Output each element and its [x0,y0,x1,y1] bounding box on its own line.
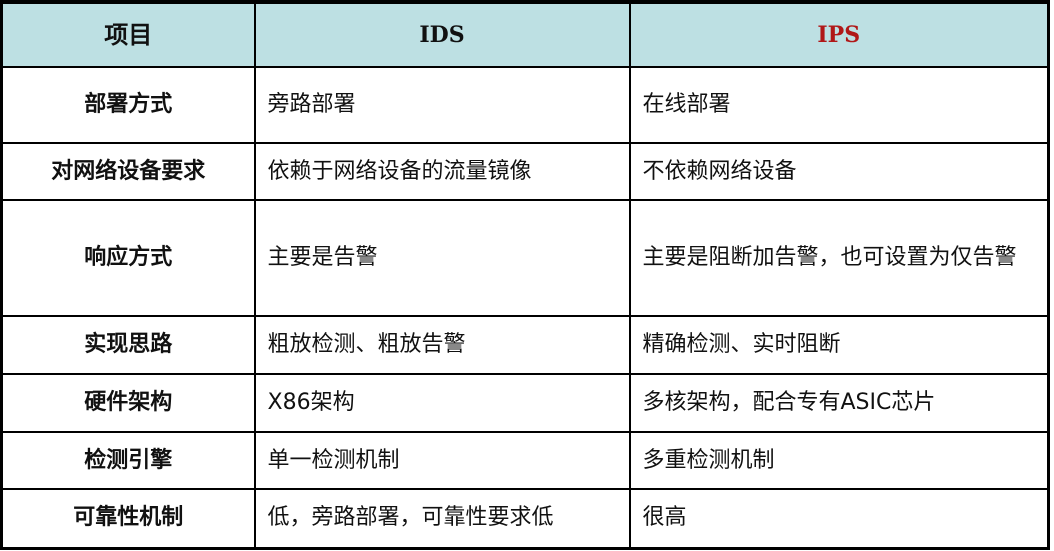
row-ips: 很高 [628,488,1050,549]
header-ips: IPS [628,1,1050,68]
row-ids: 单一检测机制 [253,431,631,490]
table-row: 对网络设备要求 依赖于网络设备的流量镜像 不依赖网络设备 [0,142,1050,201]
row-ips: 主要是阻断加告警，也可设置为仅告警 [628,199,1050,317]
row-ids: 低，旁路部署，可靠性要求低 [253,488,631,549]
row-ips: 在线部署 [628,66,1050,144]
table-row: 实现思路 粗放检测、粗放告警 精确检测、实时阻断 [0,315,1050,375]
row-item: 响应方式 [0,199,256,317]
row-item: 检测引擎 [0,431,256,490]
table-row: 检测引擎 单一检测机制 多重检测机制 [0,431,1050,490]
row-item: 硬件架构 [0,373,256,433]
row-ids: 旁路部署 [253,66,631,144]
header-item: 项目 [0,1,256,68]
table-row: 可靠性机制 低，旁路部署，可靠性要求低 很高 [0,488,1050,549]
row-item: 对网络设备要求 [0,142,256,201]
row-ips: 精确检测、实时阻断 [628,315,1050,375]
row-ids: 依赖于网络设备的流量镜像 [253,142,631,201]
row-ids: 主要是告警 [253,199,631,317]
row-item: 实现思路 [0,315,256,375]
row-ips: 多重检测机制 [628,431,1050,490]
row-ids: X86架构 [253,373,631,433]
row-item: 可靠性机制 [0,488,256,549]
table-row: 响应方式 主要是告警 主要是阻断加告警，也可设置为仅告警 [0,199,1050,317]
row-ips: 多核架构，配合专有ASIC芯片 [628,373,1050,433]
row-ips: 不依赖网络设备 [628,142,1050,201]
header-ids: IDS [253,1,631,68]
ids-ips-comparison-table: 项目 IDS IPS 部署方式 旁路部署 在线部署 对网络设备要求 依赖于网络设… [0,0,1050,550]
table-row: 硬件架构 X86架构 多核架构，配合专有ASIC芯片 [0,373,1050,433]
header-row: 项目 IDS IPS [0,1,1050,68]
row-ids: 粗放检测、粗放告警 [253,315,631,375]
table-row: 部署方式 旁路部署 在线部署 [0,66,1050,144]
row-item: 部署方式 [0,66,256,144]
